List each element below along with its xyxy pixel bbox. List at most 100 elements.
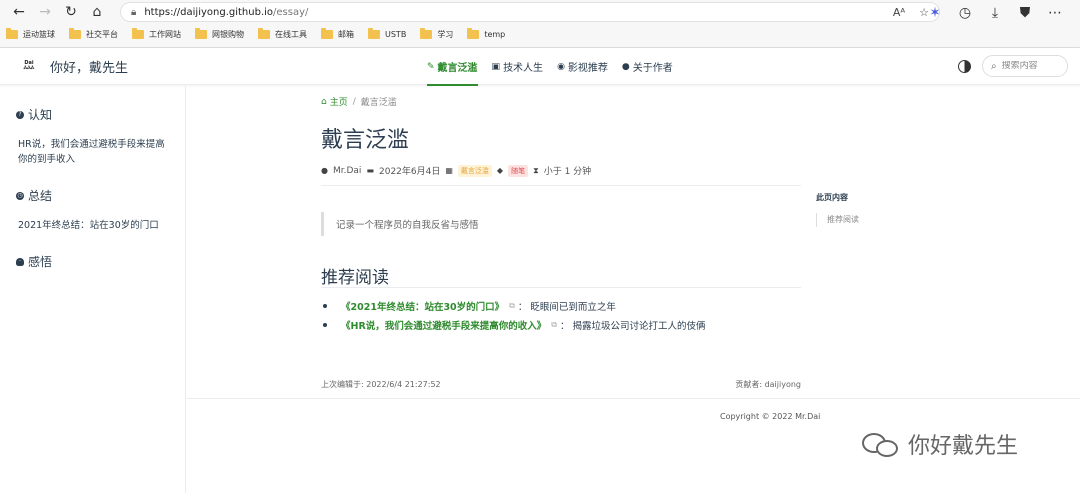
table-of-contents: 此页内容 推荐阅读 <box>816 192 906 227</box>
date: 2022年6月4日 <box>379 167 441 177</box>
sidebar-group-title[interactable]: ? 认知 <box>16 106 185 123</box>
read-time: 小于 1 分钟 <box>543 167 592 177</box>
bookmark-folder[interactable]: 运动篮球 <box>6 27 55 40</box>
contributors: 贡献者: daijiyong <box>735 380 801 389</box>
nav-link-movies[interactable]: ◉ 影视推荐 <box>557 59 608 75</box>
bullet <box>323 323 327 327</box>
forward-icon[interactable]: → <box>32 1 58 23</box>
divider <box>321 185 801 186</box>
nav-link-essay[interactable]: ✎ 戴言泛滥 <box>427 59 478 86</box>
history-icon[interactable]: ◷ <box>950 2 980 24</box>
theme-toggle-icon[interactable] <box>958 60 971 73</box>
bookmark-folder[interactable]: 学习 <box>420 27 453 40</box>
home-icon[interactable]: ⌂ <box>84 1 110 23</box>
breadcrumb-home[interactable]: ⌂ 主页 <box>321 95 348 109</box>
search-icon: ⌕ <box>991 60 997 72</box>
sidebar-group-cognition: ? 认知 HR说，我们会通过避税手段来提高你的到手收入 <box>0 106 185 167</box>
sidebar-group-insight: · 感悟 <box>0 253 185 270</box>
play-icon: ◉ <box>557 61 565 72</box>
wechat-icon <box>862 431 902 457</box>
sidebar: ? 认知 HR说，我们会通过避税手段来提高你的到手收入 ◷ 总结 2021年终总结：… <box>0 86 186 493</box>
search-box[interactable]: ⌕ <box>982 55 1068 77</box>
tag-icon: ◆ <box>496 166 504 175</box>
recommendation-link[interactable]: 《2021年终总结：站在30岁的门口》 <box>341 299 504 313</box>
section-heading: 推荐阅读 <box>321 268 389 288</box>
sidebar-group-title[interactable]: · 感悟 <box>16 253 185 270</box>
last-edited: 上次编辑于: 2022/6/4 21:27:52 <box>321 380 441 389</box>
bullet <box>323 304 327 308</box>
folder-icon <box>258 27 270 39</box>
extension-badge-icon[interactable]: ⛊ <box>1010 2 1040 24</box>
folder-icon <box>132 27 144 39</box>
toc-item[interactable]: 推荐阅读 <box>816 213 906 227</box>
page-footer-meta: 上次编辑于: 2022/6/4 21:27:52 贡献者: daijiyong <box>321 379 801 390</box>
url-path: /essay/ <box>273 6 309 18</box>
folder-icon <box>69 27 81 39</box>
reload-icon[interactable]: ↻ <box>58 1 84 23</box>
watermark-text: 你好戴先生 <box>908 434 1019 459</box>
article-meta: ● Mr.Dai ▬ 2022年6月4日 ▦ 戴言泛滥 ◆ 随笔 ⧗ 小于 1 … <box>321 164 591 177</box>
bookmarks-bar: 运动篮球 社交平台 工作网站 网银购物 在线工具 邮箱 USTB 学习 temp <box>0 24 1080 44</box>
folder-icon <box>420 27 433 39</box>
folder-icon <box>321 27 333 39</box>
breadcrumb-current[interactable]: 戴言泛滥 <box>361 95 397 108</box>
blockquote: 记录一个程序员的自我反省与感悟 <box>321 212 801 236</box>
tag-badge[interactable]: 随笔 <box>508 164 529 177</box>
breadcrumb: ⌂ 主页 / 戴言泛滥 <box>321 95 397 109</box>
url-host: https://daijiyong.github.io <box>144 6 274 18</box>
bookmark-folder[interactable]: 在线工具 <box>258 27 307 40</box>
person-icon: ● <box>621 61 630 72</box>
author-icon: ● <box>321 166 328 175</box>
bulb-icon: · <box>16 257 24 266</box>
sidebar-group-title[interactable]: ◷ 总结 <box>16 187 185 204</box>
external-link-icon: ⧉ <box>509 301 515 310</box>
hourglass-icon: ⧗ <box>533 165 539 175</box>
recommendation-list: 《2021年终总结：站在30岁的门口》 ⧉ ： 眨眼间已到而立之年 《HR说，我… <box>321 299 706 337</box>
bookmark-folder[interactable]: 社交平台 <box>69 27 118 40</box>
toc-title: 此页内容 <box>816 193 848 202</box>
calendar-icon: ▬ <box>366 166 374 175</box>
nav-link-about[interactable]: ● 关于作者 <box>621 59 673 75</box>
watermark: 你好戴先生 <box>862 428 1018 460</box>
bookmark-folder[interactable]: 邮箱 <box>321 27 354 40</box>
site-name[interactable]: 你好，戴先生 <box>50 57 128 76</box>
clock-icon: ◷ <box>16 191 24 200</box>
sidebar-item-hr[interactable]: HR说，我们会通过避税手段来提高你的到手收入 <box>16 137 185 167</box>
list-item: 《HR说，我们会通过避税手段来提高你的收入》 ⧉ ： 揭露垃圾公司讨论打工人的伎… <box>321 318 706 332</box>
bookmark-folder[interactable]: 网银购物 <box>195 27 244 40</box>
read-aloud-icon[interactable]: Aᴬ <box>893 6 905 19</box>
question-icon: ? <box>16 110 24 119</box>
browser-chrome: ← → ↻ ⌂ 🔒︎ https://daijiyong.github.io/e… <box>0 0 1080 48</box>
folder-icon <box>368 27 380 39</box>
more-menu-icon[interactable]: ⋯ <box>1040 2 1070 24</box>
lock-icon: 🔒︎ <box>131 6 137 18</box>
external-link-icon: ⧉ <box>551 320 557 329</box>
site-navbar: Dai ⲀⲀⲀ 你好，戴先生 ✎ 戴言泛滥 ▣ 技术人生 ◉ 影视推荐 ● 关于作者 ⌕ <box>0 48 1080 86</box>
copyright: Copyright © 2022 Mr.Dai <box>720 412 821 421</box>
site-logo[interactable]: Dai ⲀⲀⲀ <box>18 60 40 72</box>
folder-icon <box>195 27 207 39</box>
nav-links: ✎ 戴言泛滥 ▣ 技术人生 ◉ 影视推荐 ● 关于作者 <box>427 48 673 86</box>
extension-icon[interactable]: ✶ <box>920 2 950 24</box>
category-icon: ▦ <box>445 166 453 175</box>
sidebar-item-2021-summary[interactable]: 2021年终总结：站在30岁的门口 <box>16 218 185 233</box>
list-item: 《2021年终总结：站在30岁的门口》 ⧉ ： 眨眼间已到而立之年 <box>321 299 706 313</box>
category-badge[interactable]: 戴言泛滥 <box>457 164 492 177</box>
bookmark-folder[interactable]: USTB <box>368 27 406 39</box>
recommendation-desc: ： 揭露垃圾公司讨论打工人的伎俩 <box>560 321 706 332</box>
book-icon: ▣ <box>491 61 501 72</box>
recommendation-link[interactable]: 《HR说，我们会通过避税手段来提高你的收入》 <box>341 318 546 332</box>
back-icon[interactable]: ← <box>6 1 32 23</box>
edit-icon: ✎ <box>427 61 435 72</box>
breadcrumb-separator: / <box>352 96 356 107</box>
search-input[interactable] <box>1001 61 1062 71</box>
download-icon[interactable]: ⤓ <box>980 2 1010 24</box>
divider <box>321 287 801 288</box>
bookmark-folder[interactable]: 工作网站 <box>132 27 181 40</box>
bookmark-folder[interactable]: temp <box>467 27 505 39</box>
browser-toolbar: ← → ↻ ⌂ 🔒︎ https://daijiyong.github.io/e… <box>0 0 1080 24</box>
address-bar[interactable]: 🔒︎ https://daijiyong.github.io/essay/ Aᴬ… <box>120 2 940 22</box>
sidebar-group-summary: ◷ 总结 2021年终总结：站在30岁的门口 <box>0 187 185 233</box>
nav-link-tech[interactable]: ▣ 技术人生 <box>491 59 544 75</box>
folder-icon <box>6 27 18 39</box>
